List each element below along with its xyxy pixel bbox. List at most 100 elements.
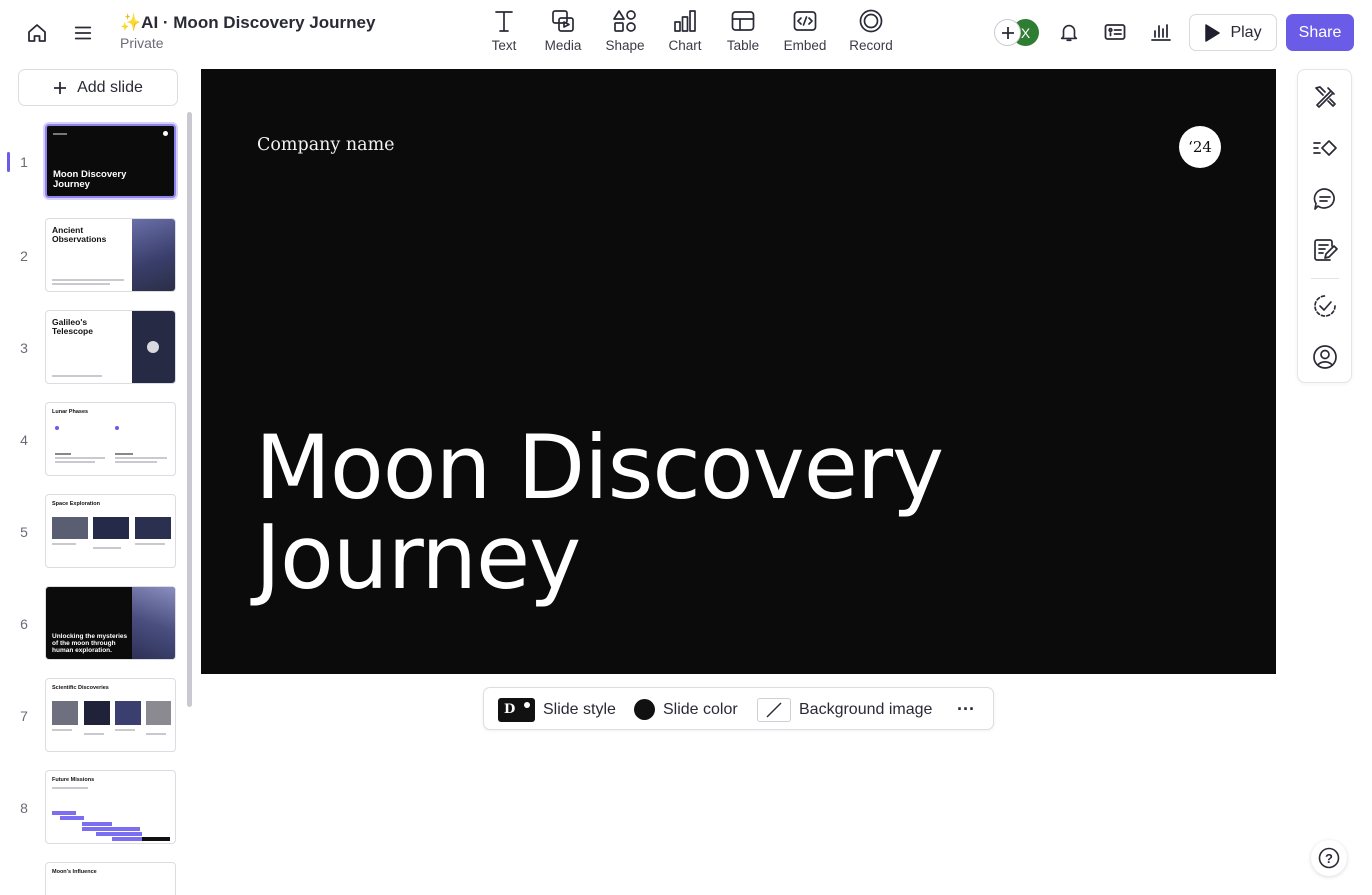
slide-color-label: Slide color [663,700,738,718]
background-image-button[interactable]: Background image [757,688,932,731]
text-icon [495,11,513,32]
thumbnail-preview: Lunar Phases [45,402,176,476]
notes-button[interactable] [1311,236,1339,264]
slide-title[interactable]: Moon Discovery Journey [255,423,1155,603]
table-tool[interactable]: Table [712,8,774,58]
style-badge: D [498,697,535,722]
home-icon [28,24,46,42]
slide-thumbnail-2[interactable]: 2 Ancient Observations [0,218,200,294]
embed-tool[interactable]: Embed [774,8,836,58]
thumbnail-image [132,587,175,659]
text-tool-label: Text [491,38,517,53]
thumbnail-title: Galileo's Telescope [52,317,93,336]
background-image-label: Background image [799,700,933,718]
design-tools-icon [1315,86,1336,108]
hamburger-icon [74,26,92,40]
slide-thumbnail-9[interactable]: Moon's Influence [0,862,200,895]
bell-icon [1060,24,1078,42]
table-tool-label: Table [726,38,760,53]
slide-color-button[interactable]: Slide color [634,688,738,731]
slide-thumbnail-5[interactable]: 5 Space Exploration [0,494,200,570]
document-title[interactable]: ✨AI · Moon Discovery Journey [120,13,375,33]
id-card-icon [1104,24,1126,40]
media-icon [552,10,574,32]
slide-thumbnail-8[interactable]: 8 Future Missions [0,770,200,846]
slide-thumbnail-1[interactable]: 1 Moon Discovery Journey [0,124,200,200]
style-badge-letter: D [504,702,516,717]
record-tool-label: Record [849,38,893,53]
help-button[interactable]: ? [1311,840,1347,876]
avatar-initial: X [1020,24,1031,41]
add-slide-button[interactable]: Add slide [18,69,178,106]
notes-icon [1314,239,1338,261]
presenter-card-button[interactable] [1101,18,1129,46]
slide-thumbnail-3[interactable]: 3 Galileo's Telescope [0,310,200,386]
slide-canvas[interactable]: Company name ‘24 Moon Discovery Journey [201,69,1276,674]
play-label: Play [1230,23,1262,41]
user-circle-icon [1313,345,1337,369]
media-tool-label: Media [544,38,582,53]
comments-button[interactable] [1311,185,1339,213]
help-glyph: ? [1325,850,1333,866]
slide-thumbnail-6[interactable]: 6 Unlocking the mysteries of the moon th… [0,586,200,662]
analytics-button[interactable] [1147,18,1175,46]
company-name[interactable]: Company name [257,135,395,155]
play-icon [1205,23,1221,42]
home-button[interactable] [22,19,52,47]
chart-tool[interactable]: Chart [654,8,716,58]
embed-icon [793,11,817,31]
thumbnail-preview: Future Missions [45,770,176,844]
year-badge[interactable]: ‘24 [1179,126,1221,168]
check-circle-icon [1314,295,1336,317]
slide-thumbnail-4[interactable]: 4 Lunar Phases [0,402,200,478]
invite-collaborator-button[interactable] [994,19,1021,46]
shape-icon [613,10,636,32]
review-button[interactable] [1311,292,1339,320]
thumbnail-preview: Moon Discovery Journey [45,124,176,198]
animation-icon [1313,140,1337,156]
more-options-button[interactable]: ··· [954,688,978,731]
thumbnail-title: Unlocking the mysteries of the moon thro… [52,633,128,654]
slide-title-line-2: Journey [255,506,581,609]
record-tool[interactable]: Record [840,8,902,58]
color-swatch [634,699,655,720]
profile-button[interactable] [1311,343,1339,371]
slide-number: 8 [20,800,28,816]
slide-list-scrollbar[interactable] [187,112,192,707]
thumbnail-preview: Unlocking the mysteries of the moon thro… [45,586,176,660]
thumbnail-preview: Ancient Observations [45,218,176,292]
thumbnail-title: Scientific Discoveries [52,685,109,691]
play-button[interactable]: Play [1189,14,1277,51]
rail-divider [1311,278,1339,279]
slide-style-button[interactable]: D Slide style [498,688,616,731]
thumbnail-image [132,219,175,291]
top-bar: ✨AI · Moon Discovery Journey Private Tex… [0,0,1372,66]
thumbnail-title: Space Exploration [52,501,100,507]
slide-thumbnail-7[interactable]: 7 Scientific Discoveries [0,678,200,754]
thumbnail-title: Moon Discovery Journey [53,169,127,190]
slide-list: 1 Moon Discovery Journey 2 Ancient Obser… [0,112,200,895]
slide-number: 2 [20,248,28,264]
embed-tool-label: Embed [783,38,827,53]
share-button[interactable]: Share [1286,14,1354,51]
comment-icon [1313,188,1335,210]
menu-button[interactable] [68,19,98,47]
text-tool[interactable]: Text [473,8,535,58]
chart-tool-label: Chart [668,38,702,53]
plus-icon [1001,26,1014,39]
design-tools-button[interactable] [1311,83,1339,111]
table-icon [731,11,755,31]
thumbnail-title: Lunar Phases [52,409,89,415]
thumbnail-title: Future Missions [52,777,95,783]
more-options-icon: ··· [957,699,975,719]
no-image-icon [757,697,791,722]
record-icon [859,9,883,33]
slide-title-line-1: Moon Discovery [255,416,944,519]
media-tool[interactable]: Media [532,8,594,58]
animations-button[interactable] [1311,134,1339,162]
privacy-status[interactable]: Private [120,35,164,51]
shape-tool[interactable]: Shape [594,8,656,58]
notifications-button[interactable] [1055,18,1083,46]
slide-number: 5 [20,524,28,540]
shape-tool-label: Shape [605,38,645,53]
